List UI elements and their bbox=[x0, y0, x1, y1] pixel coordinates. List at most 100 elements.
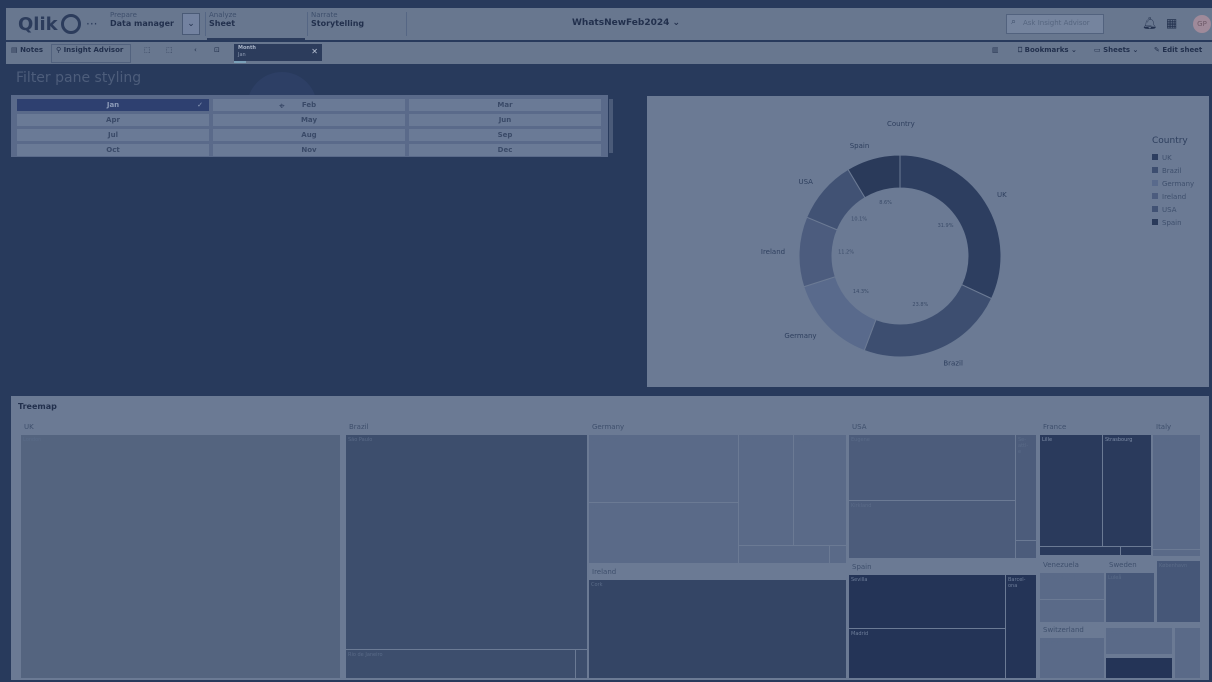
treemap-cell[interactable]: København bbox=[1157, 561, 1200, 622]
treemap-cell[interactable]: Sevilla bbox=[849, 575, 1005, 628]
legend-item[interactable]: Brazil bbox=[1152, 167, 1182, 175]
edit-sheet-button[interactable]: ✎ Edit sheet bbox=[1154, 46, 1202, 54]
treemap-cell[interactable]: Luleå bbox=[1106, 573, 1154, 622]
treemap-cell[interactable]: Strasbourg bbox=[1103, 435, 1151, 546]
legend-item[interactable]: Spain bbox=[1152, 219, 1182, 227]
treemap-cell[interactable]: Barcel- ona bbox=[1006, 575, 1036, 678]
treemap-cell[interactable] bbox=[1040, 600, 1104, 622]
slice-name-label: Spain bbox=[850, 142, 870, 150]
filter-item[interactable]: Jun bbox=[409, 114, 601, 126]
filter-item[interactable]: Aug bbox=[213, 129, 405, 141]
treemap-cell[interactable]: Eugene bbox=[849, 435, 1015, 500]
toolbar: ▤ Notes ⚲ Insight Advisor ⬚ ⬚ ‹ ⊡ Month … bbox=[6, 42, 1212, 64]
treemap-cell[interactable]: San Cristóbal bbox=[1040, 573, 1104, 599]
legend-item[interactable]: USA bbox=[1152, 206, 1177, 214]
nav-narrate-label: Narrate bbox=[311, 11, 338, 19]
nav-analyze-value: Sheet bbox=[209, 19, 236, 28]
divider bbox=[205, 12, 206, 36]
filter-item[interactable]: Nov bbox=[213, 144, 405, 156]
treemap-cell[interactable] bbox=[576, 650, 587, 678]
treemap-cell[interactable]: Cork bbox=[589, 580, 846, 678]
filter-item[interactable]: Jan ✓ bbox=[17, 99, 209, 111]
filter-item[interactable]: Feb bbox=[213, 99, 405, 111]
treemap-cell[interactable]: München bbox=[794, 435, 846, 545]
treemap-cell[interactable]: Frankfurt bbox=[739, 435, 793, 545]
bell-icon[interactable]: 🔔︎ bbox=[1142, 16, 1157, 30]
bookmarks-button[interactable]: ⎕ Bookmarks ⌄ bbox=[1018, 46, 1077, 55]
treemap-cell[interactable]: Genève bbox=[1040, 638, 1104, 678]
treemap-group-label: Switzerland bbox=[1043, 626, 1084, 634]
filter-item[interactable]: May bbox=[213, 114, 405, 126]
treemap-cell[interactable] bbox=[1175, 628, 1200, 678]
selection-chip-month[interactable]: Month Jan ✕ bbox=[234, 44, 322, 63]
treemap-cell[interactable]: Rio de Janeiro bbox=[346, 650, 575, 678]
avatar[interactable]: GP bbox=[1193, 15, 1211, 33]
filter-item[interactable]: Jul bbox=[17, 129, 209, 141]
more-menu-icon[interactable]: ··· bbox=[86, 17, 97, 31]
legend-title: Country bbox=[1152, 136, 1188, 146]
filter-item[interactable]: Dec bbox=[409, 144, 601, 156]
chevron-down-icon[interactable]: ⌄ bbox=[182, 13, 200, 35]
sheets-button[interactable]: ▭ Sheets ⌄ bbox=[1094, 46, 1138, 54]
grid-menu-icon[interactable]: ▦ bbox=[1166, 16, 1177, 30]
nav-analyze[interactable]: Analyze Sheet bbox=[209, 11, 237, 37]
slice-percent-label: 14.3% bbox=[853, 289, 869, 295]
slice-name-label: USA bbox=[798, 178, 813, 186]
treemap-group-label: France bbox=[1043, 423, 1067, 431]
treemap-cell[interactable]: London bbox=[21, 435, 340, 678]
scrollbar[interactable] bbox=[609, 99, 613, 153]
notes-button[interactable]: ▤ Notes bbox=[11, 46, 43, 54]
treemap-group-label: UK bbox=[24, 423, 34, 431]
app-title[interactable]: WhatsNewFeb2024 ⌄ bbox=[572, 18, 680, 28]
selections-tool-icon[interactable]: ⊡ bbox=[214, 46, 220, 54]
filter-item[interactable]: Apr bbox=[17, 114, 209, 126]
treemap-cell[interactable]: Münster bbox=[589, 503, 738, 563]
treemap-cell[interactable] bbox=[1153, 550, 1200, 556]
insight-search-input[interactable]: ⌕ Ask Insight Advisor bbox=[1006, 14, 1104, 34]
treemap-cell[interactable] bbox=[1016, 541, 1036, 558]
qlik-logo[interactable]: Qlik bbox=[18, 14, 81, 35]
nav-prepare[interactable]: Prepare Data manager bbox=[110, 11, 174, 37]
treemap-cell[interactable]: Cunewalde bbox=[589, 435, 738, 502]
treemap-group-label: Germany bbox=[592, 423, 625, 431]
nav-prepare-label: Prepare bbox=[110, 11, 137, 19]
slice-name-label: Brazil bbox=[943, 360, 963, 368]
search-icon: ⌕ bbox=[1011, 17, 1017, 27]
treemap-cell[interactable] bbox=[1040, 547, 1120, 555]
treemap-cell[interactable] bbox=[739, 546, 829, 563]
donut-slice-brazil[interactable] bbox=[863, 284, 993, 358]
treemap-cell[interactable]: Bergamo bbox=[1153, 435, 1200, 549]
treemap-cell[interactable] bbox=[830, 546, 846, 563]
chip-value: Jan bbox=[238, 52, 246, 58]
treemap-cell[interactable]: São Paulo bbox=[346, 435, 587, 649]
lasso-icon[interactable]: ⬚ bbox=[166, 46, 173, 54]
presentation-icon[interactable]: ▥ bbox=[992, 46, 999, 54]
nav-narrate[interactable]: Narrate Storytelling bbox=[311, 11, 364, 37]
country-donut-chart: Country 31.9% UK 23.8% Brazil 14.3% Germany 11… bbox=[647, 96, 1209, 387]
treemap-cell[interactable]: Madrid bbox=[849, 629, 1005, 678]
legend-item[interactable]: UK bbox=[1152, 154, 1172, 162]
chip-field-label: Month bbox=[238, 45, 256, 51]
close-icon[interactable]: ✕ bbox=[311, 47, 318, 56]
treemap-cell[interactable]: Vancouver bbox=[1106, 628, 1172, 654]
treemap-group-label: Italy bbox=[1156, 423, 1172, 431]
filter-item[interactable]: Sep bbox=[409, 129, 601, 141]
filter-item[interactable]: Oct bbox=[17, 144, 209, 156]
legend-item[interactable]: Ireland bbox=[1152, 193, 1186, 201]
filter-pane-month: Jan ✓ Feb Mar Apr May Jun Jul Aug Sep Oct… bbox=[11, 95, 613, 157]
smart-search-icon[interactable]: ⬚ bbox=[144, 46, 151, 54]
treemap-cell[interactable]: Kirkland bbox=[849, 501, 1015, 558]
slice-percent-label: 8.6% bbox=[879, 200, 892, 206]
treemap-cell[interactable]: Lille bbox=[1040, 435, 1102, 546]
treemap-group-label: USA bbox=[852, 423, 867, 431]
filter-item[interactable]: Mar bbox=[409, 99, 601, 111]
slice-percent-label: 11.2% bbox=[838, 250, 854, 256]
treemap-cell[interactable]: Se- attl- e bbox=[1016, 435, 1036, 540]
cursor-icon: ⌖ bbox=[279, 101, 285, 112]
app-frame: Qlik ··· Prepare Data manager ⌄ Analyze … bbox=[0, 0, 1212, 682]
search-placeholder: Ask Insight Advisor bbox=[1023, 19, 1090, 27]
legend-item[interactable]: Germany bbox=[1152, 180, 1194, 188]
treemap-cell[interactable] bbox=[1106, 658, 1172, 678]
treemap-cell[interactable] bbox=[1121, 547, 1151, 555]
back-icon[interactable]: ‹ bbox=[194, 46, 197, 54]
